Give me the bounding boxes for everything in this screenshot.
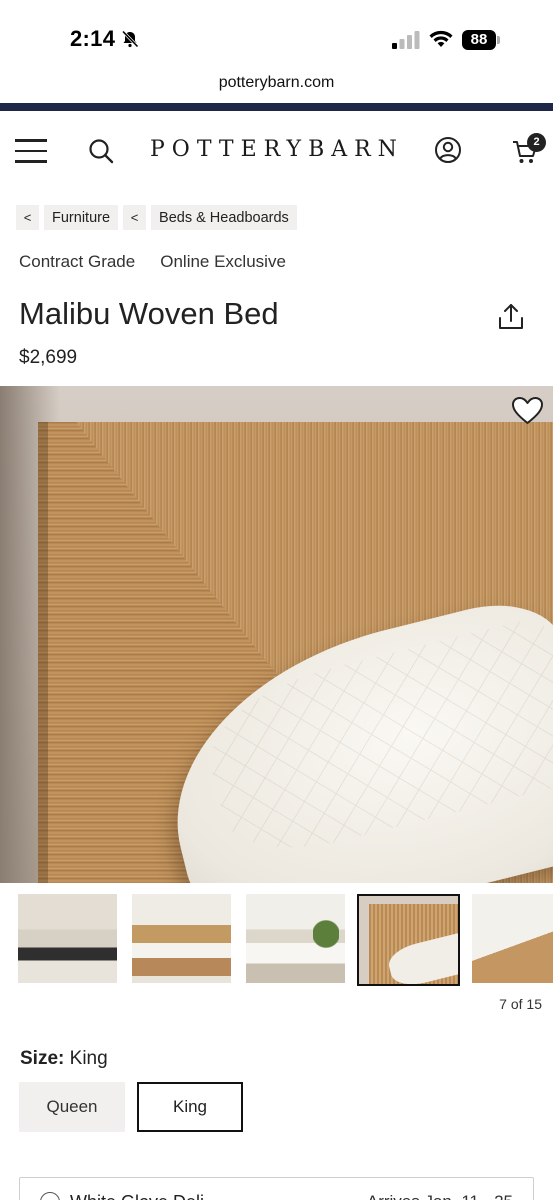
tag-online-exclusive: Online Exclusive — [160, 252, 286, 271]
product-title: Malibu Woven Bed — [19, 296, 279, 331]
thumbnail[interactable] — [472, 894, 553, 983]
favorite-heart-icon[interactable] — [511, 396, 544, 426]
wifi-icon — [429, 30, 453, 47]
hamburger-icon[interactable] — [15, 139, 47, 163]
cart-button[interactable]: 2 — [510, 133, 546, 167]
delivery-date: Arrives Jan. 11 - 25 — [367, 1192, 513, 1200]
url-bar[interactable]: potterybarn.com — [0, 74, 553, 92]
size-option-king[interactable]: King — [137, 1082, 243, 1132]
headboard-edge — [38, 422, 48, 883]
cellular-signal-icon — [392, 31, 420, 49]
site-header: POTTERYBARN 2 — [0, 111, 553, 191]
size-label-title: Size: — [20, 1048, 65, 1069]
header-accent-bar — [0, 103, 553, 111]
plant-image — [313, 914, 339, 954]
product-tags: Contract Grade Online Exclusive — [19, 252, 286, 272]
breadcrumb-item-furniture[interactable]: Furniture — [44, 205, 119, 230]
breadcrumb-chevron[interactable]: < — [16, 205, 39, 230]
product-hero-image[interactable] — [0, 386, 553, 883]
product-price: $2,699 — [19, 347, 78, 368]
share-icon[interactable] — [498, 303, 524, 331]
cart-count-badge: 2 — [527, 133, 546, 152]
battery-cap — [497, 36, 500, 44]
battery-level: 88 — [462, 30, 496, 50]
battery-indicator: 88 — [462, 30, 500, 50]
breadcrumb: < Furniture < Beds & Headboards — [16, 205, 297, 230]
delivery-radio[interactable] — [40, 1192, 60, 1200]
status-bar: 2:14 88 — [0, 0, 553, 64]
size-option-queen[interactable]: Queen — [19, 1082, 125, 1132]
tag-contract-grade: Contract Grade — [19, 252, 136, 271]
bell-slash-icon — [121, 30, 139, 48]
thumbnail[interactable] — [132, 894, 231, 983]
thumbnail-active[interactable] — [357, 894, 460, 986]
thumbnail-strip — [18, 894, 553, 986]
delivery-option[interactable]: White Glove Deli Arrives Jan. 11 - 25 — [19, 1177, 534, 1200]
status-time: 2:14 — [70, 26, 116, 51]
gallery-counter: 7 of 15 — [499, 996, 542, 1012]
thumbnail[interactable] — [246, 894, 345, 983]
search-icon[interactable] — [87, 137, 115, 165]
breadcrumb-chevron[interactable]: < — [123, 205, 147, 230]
thumbnail[interactable] — [18, 894, 117, 983]
size-options: Queen King — [19, 1082, 243, 1132]
site-logo[interactable]: POTTERYBARN — [150, 137, 400, 162]
account-icon[interactable] — [434, 136, 462, 164]
delivery-name: White Glove Deli — [70, 1192, 204, 1200]
size-selected-value: King — [69, 1048, 108, 1069]
breadcrumb-item-beds-headboards[interactable]: Beds & Headboards — [151, 205, 297, 230]
size-label: Size: King — [20, 1048, 108, 1070]
